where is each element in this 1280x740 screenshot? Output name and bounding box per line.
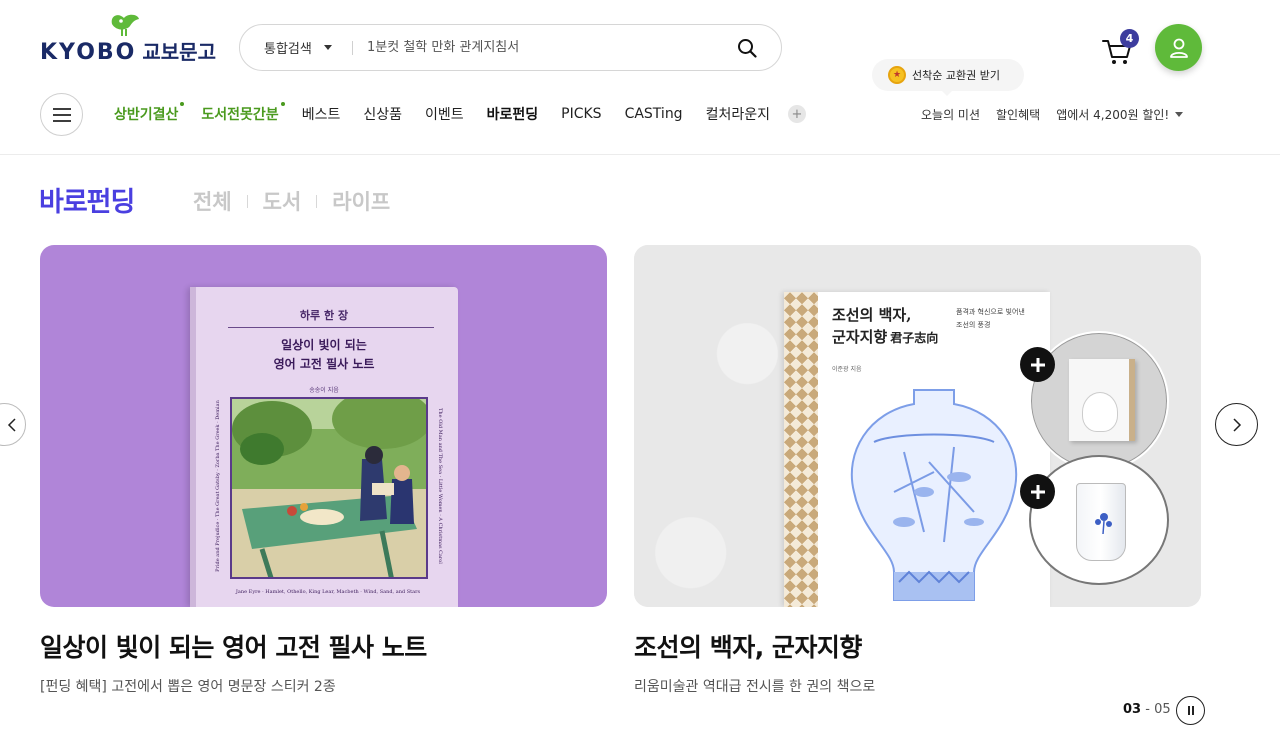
search-icon (738, 38, 757, 58)
nav-item-best[interactable]: 베스트 (302, 104, 341, 124)
main-nav: 상반기결산 도서전못간분 베스트 신상품 이벤트 바로펀딩 PICKS CAST… (114, 102, 806, 124)
book-side-left: Pride and Prejudice · The Great Gatsby ·… (215, 400, 221, 572)
nav-item-new[interactable]: 신상품 (363, 104, 402, 124)
book-side-right: The Old Man and The Sea · Little Women ·… (437, 408, 443, 564)
book-subtitle-1: 품격과 혁신으로 빛어낸 (956, 308, 1025, 316)
logo-korean: 교보문고 (142, 40, 216, 64)
book-top-label: 하루 한 장 (299, 309, 349, 322)
coupon-tooltip[interactable]: ★ 선착순 교환권 받기 (872, 59, 1024, 96)
nav-item-bookfair[interactable]: 도서전못간분 (201, 102, 285, 124)
utility-links: 오늘의 미션 할인혜택 앱에서 4,200원 할인! (921, 106, 1184, 123)
nav-more-button[interactable]: + (787, 105, 806, 123)
pause-icon (1191, 706, 1194, 715)
cart-count-badge: 4 (1120, 29, 1139, 48)
bird-logo-icon (111, 14, 139, 36)
book-title-line2: 군자지향 (832, 328, 888, 346)
tab-divider (316, 194, 318, 208)
star-coin-icon: ★ (888, 66, 906, 84)
book-title-row: 군자지향 君子志向 (832, 326, 938, 347)
search-input[interactable] (367, 40, 725, 55)
carousel-prev-button[interactable] (0, 403, 26, 446)
caret-down-icon (323, 45, 332, 50)
new-dot-icon (180, 102, 185, 106)
search-divider (352, 40, 353, 55)
tab-divider (246, 194, 248, 208)
book-title-line2: 영어 고전 필사 노트 (273, 357, 375, 371)
funding-card-1[interactable]: 하루 한 장 일상이 빛이 되는 영어 고전 필사 노트 송송이 지음 Jane… (40, 245, 607, 607)
nav-item-culture-lounge[interactable]: 컬처라운지 (706, 104, 770, 124)
carousel-pause-button[interactable] (1176, 696, 1205, 725)
util-today-mission[interactable]: 오늘의 미션 (921, 106, 980, 123)
book-footer-titles: Jane Eyre · Hamlet, Othello, King Lear, … (235, 589, 421, 595)
coupon-tooltip-text: 선착순 교환권 받기 (912, 69, 1000, 82)
nav-label: 도서전못간분 (201, 107, 279, 123)
nav-item-event[interactable]: 이벤트 (425, 104, 464, 124)
book-author: 송송이 지음 (309, 387, 339, 394)
pager-total: 05 (1154, 702, 1171, 717)
book-rule (228, 327, 434, 328)
nav-item-casting[interactable]: CASTing (625, 106, 683, 122)
carousel-pager: 03 - 05 (1123, 702, 1171, 717)
book-spine (190, 287, 196, 607)
book-cover-white-porcelain: 조선의 백자, 군자지향 君子志向 품격과 혁신으로 빛어낸 조선의 풍경 이준… (784, 292, 1050, 607)
mini-jar (1083, 393, 1117, 431)
glass-cup (1076, 483, 1126, 561)
nav-item-picks[interactable]: PICKS (561, 106, 601, 122)
flower-decoration (1095, 513, 1112, 535)
book-title-line1: 일상이 빛이 되는 (281, 338, 367, 352)
funding-card-2[interactable]: 조선의 백자, 군자지향 君子志向 품격과 혁신으로 빛어낸 조선의 풍경 이준… (634, 245, 1201, 607)
caret-down-icon[interactable] (1175, 112, 1184, 117)
plus-icon (1020, 474, 1055, 509)
book-author: 이준광 지음 (832, 366, 862, 373)
header-divider (0, 154, 1280, 155)
nav-label: 상반기결산 (114, 107, 179, 123)
tab-life[interactable]: 라이프 (332, 186, 390, 216)
section-tabs: 전체 도서 라이프 (193, 186, 390, 216)
new-dot-icon (280, 102, 285, 106)
blue-white-jar-illustration (850, 389, 1018, 601)
search-bar: 통합검색 (239, 24, 782, 71)
search-category-select[interactable]: 통합검색 (240, 38, 352, 57)
util-discount[interactable]: 할인혜택 (996, 106, 1040, 123)
card-2-description: 리움미술관 역대급 전시를 한 권의 책으로 (634, 679, 876, 695)
logo-english: KYOBO (40, 40, 137, 65)
card-1-description: [펀딩 혜택] 고전에서 뽑은 영어 명문장 스티커 2종 (40, 679, 336, 695)
card-1-title[interactable]: 일상이 빛이 되는 영어 고전 필사 노트 (40, 628, 427, 664)
book-painting (230, 397, 428, 579)
tab-books[interactable]: 도서 (263, 186, 302, 216)
carousel-next-button[interactable] (1215, 403, 1258, 446)
card-2-title[interactable]: 조선의 백자, 군자지향 (634, 628, 862, 664)
pager-current: 03 (1123, 702, 1142, 717)
nav-item-funding[interactable]: 바로펀딩 (487, 104, 539, 124)
book-cover-english-notebook: 하루 한 장 일상이 빛이 되는 영어 고전 필사 노트 송송이 지음 Jane… (190, 287, 458, 607)
hamburger-menu-button[interactable] (40, 93, 83, 136)
book-subtitle-2: 조선의 풍경 (956, 321, 991, 329)
my-account-button[interactable] (1155, 24, 1202, 71)
book-title-line1: 조선의 백자, (832, 306, 912, 324)
book-pattern-strip (784, 292, 818, 607)
pause-icon (1187, 706, 1190, 715)
kyobo-logo[interactable]: KYOBO 교보문고 (40, 10, 220, 66)
plus-icon (1020, 347, 1055, 382)
cart-button[interactable]: 4 (1100, 29, 1140, 66)
garden-painting-illustration (232, 399, 426, 577)
book-title-hanja: 君子志向 (890, 331, 939, 345)
pager-separator: - (1141, 702, 1155, 717)
nav-item-midyear[interactable]: 상반기결산 (114, 102, 185, 124)
search-button[interactable] (725, 26, 769, 70)
chevron-left-icon (7, 417, 16, 432)
reward-item-circle-2 (1029, 455, 1169, 585)
search-category-label: 통합검색 (264, 42, 312, 57)
hamburger-icon (52, 107, 71, 122)
chevron-right-icon (1232, 417, 1241, 432)
tab-all[interactable]: 전체 (193, 186, 232, 216)
user-icon (1169, 38, 1188, 58)
section-title: 바로펀딩 (39, 187, 135, 218)
util-app-discount[interactable]: 앱에서 4,200원 할인! (1056, 106, 1169, 123)
